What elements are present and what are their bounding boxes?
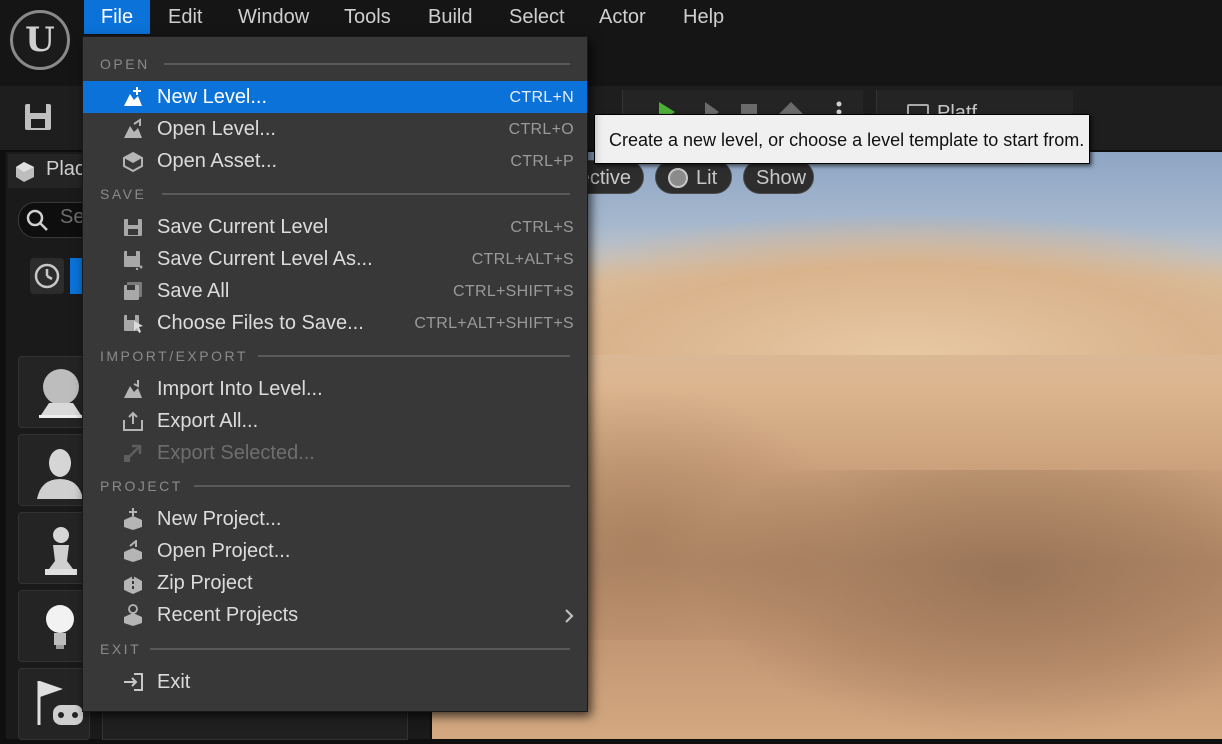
search-placeholder: Se <box>60 206 85 228</box>
menu-item-export-all-label: Export All... <box>157 410 259 432</box>
menu-item-zip-project-label: Zip Project <box>157 572 253 594</box>
open-project-icon <box>122 538 144 562</box>
place-actors-title: Plac <box>46 158 85 180</box>
menu-item-save-current-level-shortcut: CTRL+S <box>510 219 574 236</box>
menu-select[interactable]: Select <box>493 0 581 34</box>
section-import-export-header: IMPORT/EXPORT <box>100 348 248 364</box>
menu-item-save-all-shortcut: CTRL+SHIFT+S <box>453 283 574 300</box>
open-asset-icon <box>122 150 144 173</box>
menu-item-save-current-level-as-label: Save Current Level As... <box>157 248 373 270</box>
menu-build[interactable]: Build <box>412 0 488 34</box>
section-open-header: OPEN <box>100 56 150 72</box>
menu-item-choose-files-to-save-label: Choose Files to Save... <box>157 312 364 334</box>
menu-item-save-current-level-label: Save Current Level <box>157 216 329 238</box>
choose-files-icon <box>122 312 144 334</box>
menu-item-choose-files-to-save-shortcut: CTRL+ALT+SHIFT+S <box>414 315 574 332</box>
viewport-dune-shadow-large <box>690 470 1222 739</box>
menu-item-new-project-label: New Project... <box>157 508 282 530</box>
menu-item-import-into-level-label: Import Into Level... <box>157 378 323 400</box>
import-icon <box>122 378 144 400</box>
save-icon[interactable] <box>22 100 56 136</box>
lit-label: Lit <box>696 167 718 189</box>
tile-light-icon[interactable] <box>18 590 90 662</box>
place-actors-icon <box>14 160 38 189</box>
exit-icon <box>122 671 144 693</box>
recent-projects-icon <box>122 604 144 626</box>
menu-item-open-asset-label: Open Asset... <box>157 150 278 172</box>
new-project-icon <box>122 508 144 530</box>
save-icon <box>122 216 144 238</box>
tile-game-mode-icon[interactable] <box>18 668 90 740</box>
section-divider <box>150 648 570 650</box>
section-project-header: PROJECT <box>100 478 183 494</box>
menu-item-new-level-label: New Level... <box>157 86 268 108</box>
new-level-icon <box>122 86 144 108</box>
section-exit-header: EXIT <box>100 641 142 657</box>
menu-item-open-level-label: Open Level... <box>157 118 276 140</box>
recent-clock-icon[interactable] <box>30 258 64 294</box>
search-icon <box>25 208 49 237</box>
menu-window[interactable]: Window <box>222 0 325 34</box>
menu-item-recent-projects-label: Recent Projects <box>157 604 299 626</box>
tile-pawn-icon[interactable] <box>18 512 90 584</box>
menu-item-save-all-label: Save All <box>157 280 230 302</box>
menu-item-exit-label: Exit <box>157 671 191 693</box>
tile-character-icon[interactable] <box>18 434 90 506</box>
save-as-icon <box>122 248 144 271</box>
menu-help[interactable]: Help <box>667 0 740 34</box>
menu-item-open-asset-shortcut: CTRL+P <box>510 153 574 170</box>
section-divider <box>258 355 570 357</box>
submenu-chevron-right-icon <box>562 607 576 630</box>
section-divider <box>162 193 570 195</box>
export-selected-icon <box>122 442 144 464</box>
section-save-header: SAVE <box>100 186 147 202</box>
lit-mode-icon <box>668 168 688 188</box>
save-all-icon <box>122 280 144 302</box>
menu-item-open-project-label: Open Project... <box>157 540 291 562</box>
zip-icon <box>122 572 144 594</box>
section-divider <box>164 63 570 65</box>
unreal-logo-icon[interactable]: U <box>10 10 70 70</box>
menu-file[interactable]: File <box>84 0 150 34</box>
export-icon <box>122 410 144 432</box>
lit-button[interactable]: Lit <box>655 160 732 194</box>
menu-item-export-selected-label: Export Selected... <box>157 442 315 464</box>
open-level-icon <box>122 118 144 140</box>
menu-item-save-current-level-as-shortcut: CTRL+ALT+S <box>471 251 574 268</box>
tile-basic-shape[interactable] <box>18 356 90 428</box>
menu-item-open-level-shortcut: CTRL+O <box>508 121 574 138</box>
section-divider <box>194 485 570 487</box>
new-level-tooltip: Create a new level, or choose a level te… <box>594 114 1090 164</box>
menu-tools[interactable]: Tools <box>328 0 407 34</box>
menu-edit[interactable]: Edit <box>152 0 218 34</box>
menu-item-new-level-shortcut: CTRL+N <box>509 89 574 106</box>
menu-actor[interactable]: Actor <box>583 0 662 34</box>
show-button[interactable]: Show <box>743 160 814 194</box>
